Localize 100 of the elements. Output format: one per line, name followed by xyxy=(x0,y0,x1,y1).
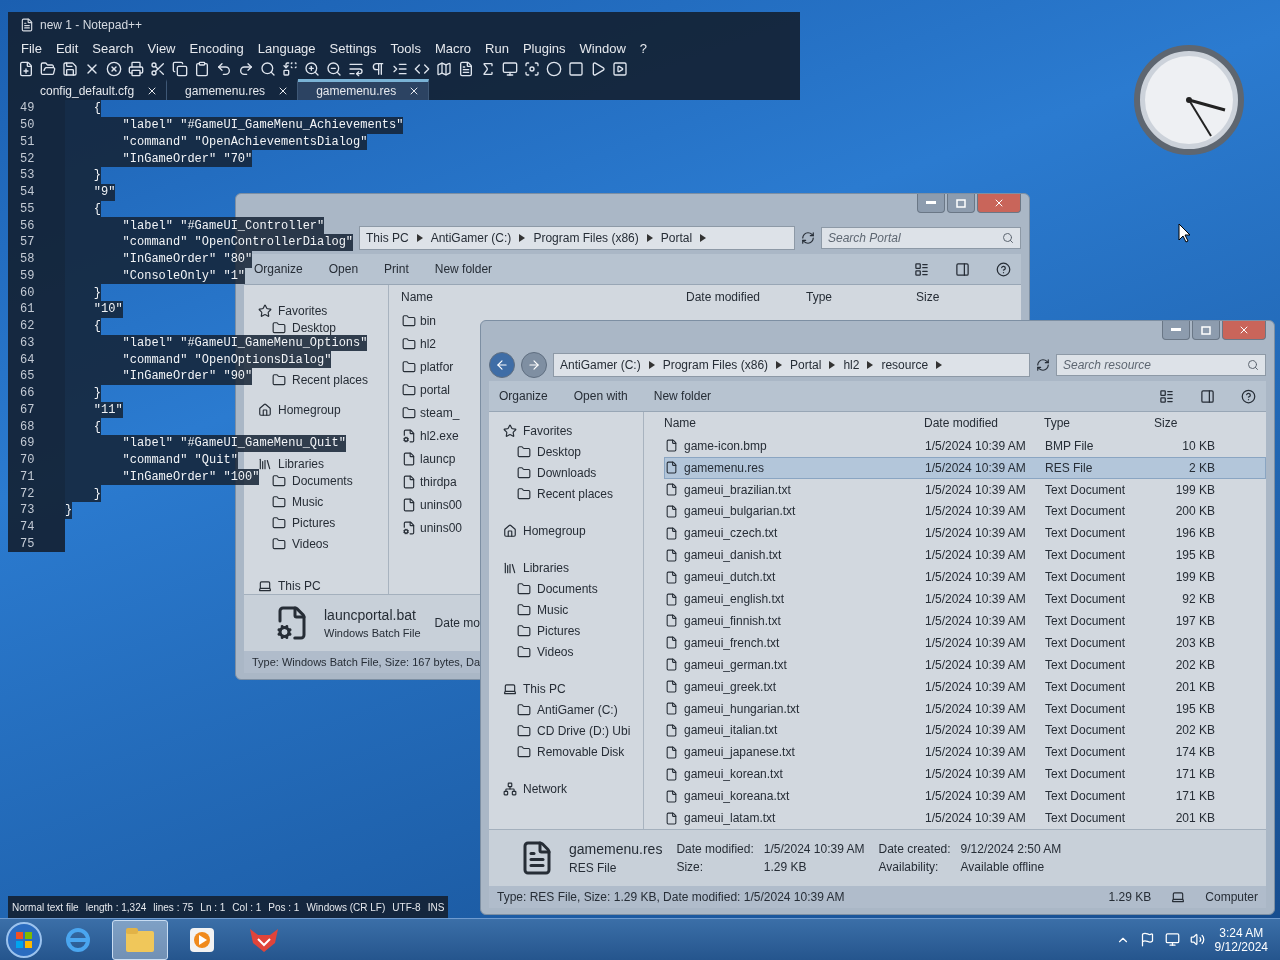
breadcrumb-arrow-icon[interactable] xyxy=(416,234,423,242)
search-icon[interactable] xyxy=(260,61,276,77)
save-icon[interactable] xyxy=(62,61,78,77)
minimize-button[interactable] xyxy=(917,194,945,213)
search-field[interactable]: Search Portal xyxy=(821,227,1021,249)
file-name[interactable]: platfor xyxy=(402,359,454,374)
cut-icon[interactable] xyxy=(150,61,166,77)
file-row[interactable]: gameui_czech.txt 1/5/2024 10:39 AM Text Document 196 KB xyxy=(664,522,1266,545)
toolbar-button[interactable]: New folder xyxy=(653,389,712,403)
document-icon[interactable] xyxy=(458,61,474,77)
breadcrumb-arrow-icon[interactable] xyxy=(776,361,783,369)
map-icon[interactable] xyxy=(436,61,452,77)
help-icon[interactable] xyxy=(1241,388,1256,404)
clock[interactable]: 3:24 AM 9/12/2024 xyxy=(1214,925,1276,954)
nav-item[interactable]: Recent places xyxy=(537,486,614,501)
menu-item[interactable]: Tools xyxy=(383,40,428,56)
file-row[interactable]: gameui_hungarian.txt 1/5/2024 10:39 AM Text Document 195 KB xyxy=(664,697,1266,720)
file-name[interactable]: unins00 xyxy=(402,520,463,535)
file-row[interactable]: gameui_latam.txt 1/5/2024 10:39 AM Text Document 201 KB xyxy=(664,807,1266,830)
breadcrumb-arrow-icon[interactable] xyxy=(700,234,707,242)
pilcrow-icon[interactable] xyxy=(370,61,386,77)
new-file-icon[interactable] xyxy=(18,61,34,77)
nav-item[interactable]: Pictures xyxy=(537,623,581,638)
column-header[interactable]: Name xyxy=(664,416,696,431)
toolbar-button[interactable]: Open with xyxy=(573,389,628,403)
preview-pane-icon[interactable] xyxy=(955,261,970,277)
back-button[interactable] xyxy=(489,352,515,378)
menu-item[interactable]: Macro xyxy=(427,40,479,56)
nav-item[interactable]: Downloads xyxy=(537,465,597,480)
breadcrumb[interactable]: AntiGamer (C:) xyxy=(430,231,512,245)
maximize-button[interactable] xyxy=(1192,321,1220,340)
column-header[interactable]: Date modified xyxy=(686,290,761,304)
redo-icon[interactable] xyxy=(238,61,254,77)
file-row[interactable]: gameui_finnish.txt 1/5/2024 10:39 AM Text Document 197 KB xyxy=(664,610,1266,632)
file-row[interactable]: gameui_italian.txt 1/5/2024 10:39 AM Text Document 202 KB xyxy=(664,719,1266,742)
file-row[interactable]: gameui_french.txt 1/5/2024 10:39 AM Text Document 203 KB xyxy=(664,631,1266,654)
file-row[interactable]: gameui_dutch.txt 1/5/2024 10:39 AM Text Document 199 KB xyxy=(664,566,1266,589)
file-row[interactable]: gameui_english.txt 1/5/2024 10:39 AM Text Document 92 KB xyxy=(664,588,1266,610)
breadcrumb-arrow-icon[interactable] xyxy=(648,361,655,369)
nav-item[interactable]: AntiGamer (C:) xyxy=(537,702,618,717)
file-name[interactable]: unins00 xyxy=(402,497,463,512)
breadcrumb-arrow-icon[interactable] xyxy=(867,361,874,369)
breadcrumb[interactable]: hl2 xyxy=(843,358,860,372)
zoom-in-icon[interactable] xyxy=(304,61,320,77)
breadcrumb[interactable]: AntiGamer (C:) xyxy=(560,358,641,372)
nav-item[interactable]: Libraries xyxy=(523,560,570,575)
file-name[interactable]: launcp xyxy=(402,451,456,466)
minimize-button[interactable] xyxy=(1162,321,1190,340)
menu-item[interactable]: Search xyxy=(85,40,141,56)
search-field[interactable]: Search resource xyxy=(1056,354,1266,376)
breadcrumb-arrow-icon[interactable] xyxy=(829,361,836,369)
paste-icon[interactable] xyxy=(194,61,210,77)
column-header[interactable]: Size xyxy=(916,290,940,304)
nav-item[interactable]: Recent places xyxy=(292,373,369,388)
file-name[interactable]: steam_ xyxy=(402,405,460,420)
nav-item[interactable]: Pictures xyxy=(292,515,336,530)
copy-icon[interactable] xyxy=(172,61,188,77)
nav-item[interactable]: Documents xyxy=(537,581,598,596)
code-icon[interactable] xyxy=(414,61,430,77)
menu-item[interactable]: Encoding xyxy=(182,40,251,56)
stop-icon[interactable] xyxy=(568,61,584,77)
nav-item[interactable]: Network xyxy=(523,781,567,796)
volume-icon[interactable] xyxy=(1189,932,1205,947)
file-row[interactable]: gameui_japanese.txt 1/5/2024 10:39 AM Text Document 174 KB xyxy=(664,741,1266,764)
nav-item[interactable]: Removable Disk xyxy=(537,744,625,759)
nav-item[interactable]: Desktop xyxy=(537,444,582,459)
nav-item[interactable]: Music xyxy=(537,602,569,617)
toolbar-button[interactable]: Organize xyxy=(254,262,303,276)
file-name[interactable]: bin xyxy=(402,313,436,328)
file-row[interactable]: gameui_koreana.txt 1/5/2024 10:39 AM Text Document 171 KB xyxy=(664,785,1266,808)
column-header[interactable]: Type xyxy=(1044,416,1070,431)
file-row[interactable]: gamemenu.res 1/5/2024 10:39 AM RES File 2 KB xyxy=(664,456,1266,479)
help-icon[interactable] xyxy=(996,261,1011,277)
nav-item[interactable]: This PC xyxy=(278,578,321,593)
file-row[interactable]: gameui_bulgarian.txt 1/5/2024 10:39 AM Text Document 200 KB xyxy=(664,500,1266,523)
file-row[interactable]: gameui_brazilian.txt 1/5/2024 10:39 AM Text Document 199 KB xyxy=(664,478,1266,501)
nav-item[interactable]: Homegroup xyxy=(523,523,586,538)
nav-item[interactable]: Music xyxy=(292,494,324,509)
open-folder-icon[interactable] xyxy=(40,61,56,77)
play-icon[interactable] xyxy=(590,61,606,77)
preview-pane-icon[interactable] xyxy=(1200,388,1215,404)
nav-item[interactable]: Homegroup xyxy=(278,403,341,418)
menu-item[interactable]: Language xyxy=(250,40,323,56)
word-wrap-icon[interactable] xyxy=(348,61,364,77)
menu-item[interactable]: Window xyxy=(572,40,633,56)
nav-item[interactable]: Desktop xyxy=(292,321,337,336)
file-row[interactable]: gameui_korean.txt 1/5/2024 10:39 AM Text Document 171 KB xyxy=(664,763,1266,786)
replace-icon[interactable] xyxy=(282,61,298,77)
breadcrumb[interactable]: Program Files (x86) xyxy=(533,231,639,245)
nav-item[interactable]: CD Drive (D:) Ubi xyxy=(537,723,631,738)
menu-item[interactable]: View xyxy=(140,40,183,56)
menu-item[interactable]: Settings xyxy=(322,40,384,56)
record-icon[interactable] xyxy=(546,61,562,77)
forward-button[interactable] xyxy=(521,352,547,378)
column-header[interactable]: Size xyxy=(1154,416,1178,431)
flag-icon[interactable] xyxy=(1139,932,1155,947)
breadcrumb-arrow-icon[interactable] xyxy=(646,234,653,242)
nav-item[interactable]: Favorites xyxy=(278,304,328,319)
file-row[interactable]: gameui_german.txt 1/5/2024 10:39 AM Text Document 202 KB xyxy=(664,653,1266,676)
monitor-icon[interactable] xyxy=(502,61,518,77)
